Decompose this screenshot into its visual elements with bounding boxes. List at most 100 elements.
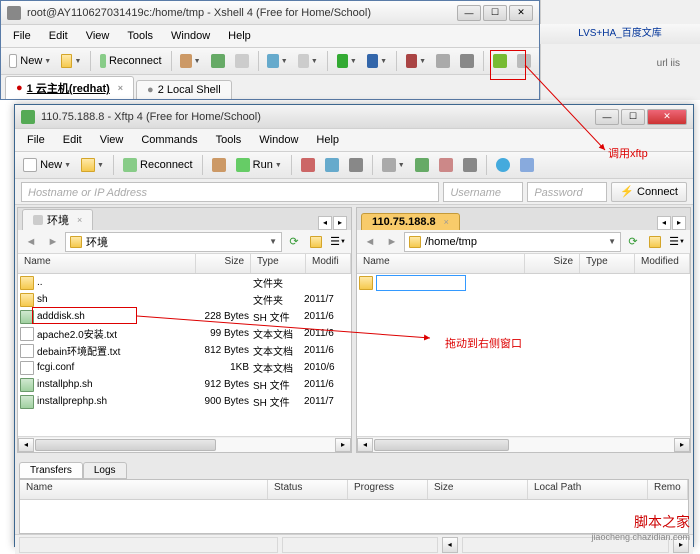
scroll-right-button[interactable]: ▸ <box>335 438 351 452</box>
back-button[interactable]: ◄ <box>360 232 380 252</box>
xftp-open-button[interactable]: ▼ <box>77 154 108 176</box>
tab-logs[interactable]: Logs <box>83 462 127 479</box>
list-item[interactable]: debain环境配置.txt812 Bytes文本文档2011/6 <box>18 342 351 359</box>
menu-file[interactable]: File <box>5 28 39 44</box>
col-modified[interactable]: Modified <box>635 254 690 273</box>
up-button[interactable] <box>645 232 665 252</box>
list-item[interactable]: adddisk.sh228 BytesSH 文件2011/6 <box>18 308 351 325</box>
xftp-menu-view[interactable]: View <box>92 132 132 148</box>
xftp-tool-i[interactable] <box>516 154 538 176</box>
forward-button[interactable]: ► <box>382 232 402 252</box>
password-input[interactable]: Password <box>527 182 607 202</box>
tool-f[interactable]: ▼ <box>333 50 361 72</box>
xftp-tool-g[interactable] <box>435 154 457 176</box>
col-size[interactable]: Size <box>525 254 580 273</box>
tab-session-2[interactable]: ●2 Local Shell <box>136 80 232 99</box>
xshell-titlebar[interactable]: root@AY110627031419c:/home/tmp - Xshell … <box>1 1 539 25</box>
tab-session-1[interactable]: ●1 云主机(redhat)× <box>5 76 134 99</box>
xftp-maximize-button[interactable]: ☐ <box>621 109 645 125</box>
transfers-list[interactable] <box>20 500 688 530</box>
list-item[interactable]: fcgi.conf1KB文本文档2010/6 <box>18 359 351 376</box>
xftp-menu-file[interactable]: File <box>19 132 53 148</box>
pane-nav-prev[interactable]: ◂ <box>657 216 671 230</box>
refresh-button[interactable]: ⟳ <box>284 232 304 252</box>
local-file-list[interactable]: ..文件夹sh文件夹2011/7adddisk.sh228 BytesSH 文件… <box>18 274 351 436</box>
xftp-tool-e[interactable]: ▼ <box>378 154 409 176</box>
tool-j[interactable] <box>456 50 478 72</box>
tab-transfers[interactable]: Transfers <box>19 462 83 479</box>
view-button[interactable]: ☰▼ <box>667 232 687 252</box>
hscrollbar[interactable]: ◂ ▸ <box>18 436 351 452</box>
col-type[interactable]: Type <box>580 254 635 273</box>
tool-e[interactable]: ▼ <box>294 50 322 72</box>
tool-g[interactable]: ▼ <box>363 50 391 72</box>
tcol-remote[interactable]: Remo <box>648 480 688 499</box>
menu-window[interactable]: Window <box>163 28 218 44</box>
menu-help[interactable]: Help <box>220 28 259 44</box>
new-button[interactable]: New▼ <box>5 50 55 72</box>
list-item[interactable]: installprephp.sh900 BytesSH 文件2011/7 <box>18 393 351 410</box>
col-type[interactable]: Type <box>251 254 306 273</box>
xftp-tool-f[interactable] <box>411 154 433 176</box>
close-button[interactable]: ✕ <box>509 5 533 21</box>
remote-file-list[interactable] <box>357 274 690 436</box>
tab-close-icon[interactable]: × <box>77 215 82 225</box>
list-item[interactable] <box>357 274 690 291</box>
xftp-close-button[interactable]: ✕ <box>647 109 687 125</box>
menu-view[interactable]: View <box>78 28 118 44</box>
xftp-tool-c[interactable] <box>321 154 343 176</box>
col-name[interactable]: Name <box>357 254 525 273</box>
open-button[interactable]: ▼ <box>57 50 85 72</box>
xftp-tool-b[interactable] <box>297 154 319 176</box>
col-size[interactable]: Size <box>196 254 251 273</box>
list-item[interactable]: installphp.sh912 BytesSH 文件2011/6 <box>18 376 351 393</box>
maximize-button[interactable]: ☐ <box>483 5 507 21</box>
local-tab[interactable]: 环境× <box>22 209 93 230</box>
menu-tools[interactable]: Tools <box>119 28 161 44</box>
host-input[interactable]: Hostname or IP Address <box>21 182 439 202</box>
col-name[interactable]: Name <box>18 254 196 273</box>
rename-field[interactable] <box>376 275 466 291</box>
forward-button[interactable]: ► <box>43 232 63 252</box>
xftp-menu-commands[interactable]: Commands <box>133 132 205 148</box>
menu-edit[interactable]: Edit <box>41 28 76 44</box>
pane-nav-next[interactable]: ▸ <box>672 216 686 230</box>
xftp-new-button[interactable]: New▼ <box>19 154 75 176</box>
list-item[interactable]: apache2.0安装.txt99 Bytes文本文档2011/6 <box>18 325 351 342</box>
pane-nav-next[interactable]: ▸ <box>333 216 347 230</box>
list-item[interactable]: sh文件夹2011/7 <box>18 291 351 308</box>
tcol-localpath[interactable]: Local Path <box>528 480 648 499</box>
col-modified[interactable]: Modifi <box>306 254 351 273</box>
tool-i[interactable] <box>432 50 454 72</box>
scroll-thumb[interactable] <box>35 439 216 451</box>
scroll-left-btn[interactable]: ◂ <box>442 537 458 553</box>
xftp-tool-h[interactable] <box>459 154 481 176</box>
xftp-menu-edit[interactable]: Edit <box>55 132 90 148</box>
tab-close-icon[interactable]: × <box>118 83 123 93</box>
xftp-titlebar[interactable]: 110.75.188.8 - Xftp 4 (Free for Home/Sch… <box>15 105 693 129</box>
xftp-tool-a[interactable] <box>208 154 230 176</box>
back-button[interactable]: ◄ <box>21 232 41 252</box>
xftp-help-button[interactable] <box>492 154 514 176</box>
xftp-menu-tools[interactable]: Tools <box>208 132 250 148</box>
hscrollbar[interactable]: ◂ ▸ <box>357 436 690 452</box>
scroll-right-button[interactable]: ▸ <box>674 438 690 452</box>
tool-b[interactable] <box>207 50 229 72</box>
xftp-menu-help[interactable]: Help <box>308 132 347 148</box>
tcol-size[interactable]: Size <box>428 480 528 499</box>
scroll-thumb[interactable] <box>374 439 509 451</box>
xftp-tool-d[interactable] <box>345 154 367 176</box>
view-button[interactable]: ☰▼ <box>328 232 348 252</box>
tab-close-icon[interactable]: × <box>444 217 449 227</box>
minimize-button[interactable]: — <box>457 5 481 21</box>
xftp-reconnect-button[interactable]: Reconnect <box>119 154 197 176</box>
xftp-menu-window[interactable]: Window <box>251 132 306 148</box>
tool-h[interactable]: ▼ <box>402 50 430 72</box>
scroll-left-button[interactable]: ◂ <box>357 438 373 452</box>
tool-c[interactable] <box>231 50 253 72</box>
pane-nav-prev[interactable]: ◂ <box>318 216 332 230</box>
tool-a[interactable]: ▼ <box>176 50 204 72</box>
list-item[interactable]: ..文件夹 <box>18 274 351 291</box>
xftp-minimize-button[interactable]: — <box>595 109 619 125</box>
reconnect-button[interactable]: Reconnect <box>96 50 165 72</box>
